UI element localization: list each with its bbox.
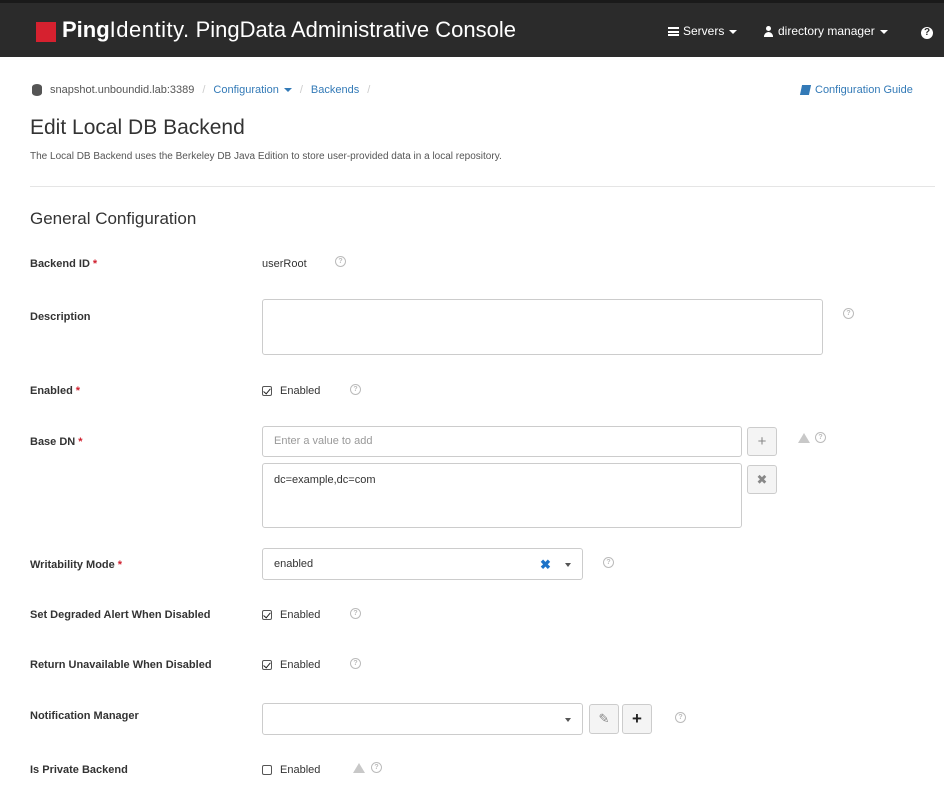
servers-icon	[668, 27, 679, 37]
set-degraded-alert-label: Set Degraded Alert When Disabled	[30, 609, 211, 621]
writability-mode-select[interactable]: enabled ✖	[262, 548, 583, 580]
clear-icon[interactable]: ✖	[540, 557, 551, 573]
add-base-dn-button[interactable]: +	[747, 427, 777, 456]
base-dn-input[interactable]: Enter a value to add	[262, 426, 742, 457]
help-icon: ?	[921, 27, 933, 39]
plus-icon: +	[632, 709, 642, 728]
return-unavailable-label: Return Unavailable When Disabled	[30, 659, 212, 671]
edit-notification-manager-button[interactable]: ✎	[589, 704, 619, 734]
help-icon[interactable]: ?	[335, 256, 346, 267]
database-icon	[32, 84, 42, 97]
required-marker: *	[75, 385, 81, 397]
backend-id-value: userRoot	[262, 258, 307, 270]
enabled-checkbox-label[interactable]: Enabled	[280, 385, 320, 397]
notification-manager-label: Notification Manager	[30, 710, 139, 722]
required-marker: *	[78, 436, 83, 448]
breadcrumb-backends[interactable]: Backends	[311, 84, 359, 96]
warning-icon	[353, 763, 365, 773]
top-navbar: PingIdentity. PingData Administrative Con…	[0, 0, 944, 57]
warning-icon	[798, 433, 810, 443]
required-marker: *	[117, 559, 123, 571]
is-private-backend-checkbox[interactable]	[262, 765, 272, 775]
configuration-guide-link[interactable]: Configuration Guide	[799, 84, 913, 96]
remove-base-dn-button[interactable]: ✖	[747, 465, 777, 494]
help-icon[interactable]: ?	[350, 384, 361, 395]
return-unavailable-checkbox-label[interactable]: Enabled	[280, 659, 320, 671]
breadcrumb-configuration[interactable]: Configuration	[213, 84, 278, 96]
notification-manager-select[interactable]	[262, 703, 583, 735]
user-menu[interactable]: directory manager	[763, 24, 888, 38]
book-icon	[799, 85, 812, 96]
help-icon[interactable]: ?	[815, 432, 826, 443]
is-private-backend-checkbox-label[interactable]: Enabled	[280, 764, 320, 776]
add-notification-manager-button[interactable]: +	[622, 704, 652, 734]
description-field[interactable]	[262, 299, 823, 355]
help-menu[interactable]: ?	[921, 24, 933, 39]
description-label: Description	[30, 311, 91, 323]
brand-title[interactable]: PingIdentity. PingData Administrative Con…	[62, 17, 516, 43]
chevron-down-icon	[729, 29, 738, 34]
user-icon	[763, 26, 774, 38]
required-marker: *	[92, 258, 98, 270]
ping-logo-icon	[36, 22, 56, 42]
help-icon[interactable]: ?	[350, 608, 361, 619]
pencil-icon: ✎	[598, 711, 610, 726]
chevron-down-icon[interactable]	[565, 718, 571, 722]
chevron-down-icon[interactable]	[283, 88, 292, 93]
breadcrumb-server: snapshot.unboundid.lab:3389	[50, 84, 195, 96]
writability-mode-label: Writability Mode *	[30, 559, 123, 571]
help-icon[interactable]: ?	[350, 658, 361, 669]
breadcrumb: snapshot.unboundid.lab:3389/Configuratio…	[32, 84, 378, 97]
enabled-checkbox[interactable]	[262, 386, 272, 396]
page-subtitle: The Local DB Backend uses the Berkeley D…	[30, 151, 502, 162]
return-unavailable-checkbox[interactable]	[262, 660, 272, 670]
plus-icon: +	[757, 433, 767, 450]
help-icon[interactable]: ?	[675, 712, 686, 723]
base-dn-value: dc=example,dc=com	[274, 474, 376, 486]
set-degraded-alert-checkbox-label[interactable]: Enabled	[280, 609, 320, 621]
chevron-down-icon[interactable]	[565, 563, 571, 567]
page-title: Edit Local DB Backend	[30, 116, 245, 139]
servers-menu[interactable]: Servers	[668, 24, 738, 38]
divider	[30, 186, 935, 187]
section-title: General Configuration	[30, 209, 197, 228]
enabled-label: Enabled *	[30, 385, 81, 397]
is-private-backend-label: Is Private Backend	[30, 764, 128, 776]
help-icon[interactable]: ?	[843, 308, 854, 319]
close-icon: ✖	[756, 472, 768, 487]
set-degraded-alert-checkbox[interactable]	[262, 610, 272, 620]
base-dn-values-list[interactable]: dc=example,dc=com	[262, 463, 742, 528]
backend-id-label: Backend ID *	[30, 258, 98, 270]
chevron-down-icon	[879, 29, 888, 34]
base-dn-label: Base DN *	[30, 436, 83, 448]
help-icon[interactable]: ?	[371, 762, 382, 773]
help-icon[interactable]: ?	[603, 557, 614, 568]
